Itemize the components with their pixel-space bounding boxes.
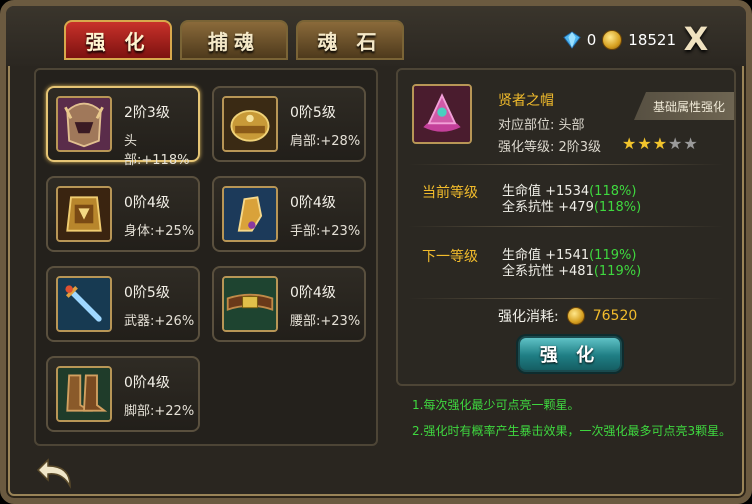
star-rating: ★ ★ ★ ★ ★	[622, 136, 698, 152]
item-part: 对应部位: 头部	[498, 118, 585, 133]
star-icon: ★	[668, 134, 683, 153]
slot-stat: 武器:+26%	[124, 314, 195, 329]
gold-coin-icon	[566, 307, 585, 325]
star-icon: ★	[652, 134, 668, 153]
gem-icon	[562, 31, 581, 49]
tab-soul-stone[interactable]: 魂 石	[296, 20, 404, 60]
slot-stat: 手部:+23%	[290, 224, 361, 239]
star-icon: ★	[683, 134, 698, 153]
current-level-label: 当前等级	[422, 185, 478, 201]
slot-feet[interactable]: 0阶4级 脚部:+22%	[46, 356, 200, 432]
divider	[408, 226, 724, 227]
item-detail-panel: 基础属性强化 贤者之帽 对应部位: 头部 强化等级: 2阶3级 ★ ★ ★ ★ …	[396, 68, 736, 386]
attribute-badge: 基础属性强化	[634, 92, 734, 120]
divider	[408, 298, 724, 299]
back-arrow-icon[interactable]	[36, 452, 76, 492]
slot-stat: 身体:+25%	[124, 224, 195, 239]
tab-enhance[interactable]: 强 化	[64, 20, 172, 60]
body-armor-icon	[56, 186, 112, 242]
cost-value: 76520	[592, 308, 638, 324]
cost-label: 强化消耗:	[498, 309, 559, 325]
current-resist-stat: 全系抗性 +479(118%)	[502, 200, 642, 215]
item-name: 贤者之帽	[498, 93, 554, 109]
wizard-hat-icon	[412, 84, 472, 144]
game-window: 强 化 捕魂 魂 石 0 18521 X 2阶3级 头部:+118% 0阶5级 …	[0, 0, 752, 504]
tab-capture-soul[interactable]: 捕魂	[180, 20, 288, 60]
enhance-button[interactable]: 强 化	[518, 336, 622, 372]
divider	[408, 164, 724, 165]
slot-stat: 腰部:+23%	[290, 314, 361, 329]
gold-coin-icon	[602, 30, 623, 50]
enhance-cost: 强化消耗: 76520	[498, 306, 637, 326]
slot-hand[interactable]: 0阶4级 手部:+23%	[212, 176, 366, 252]
currency-bar: 0 18521	[562, 30, 676, 50]
slot-level: 0阶4级	[124, 195, 170, 211]
slot-weapon[interactable]: 0阶5级 武器:+26%	[46, 266, 200, 342]
slot-level: 2阶3级	[124, 105, 170, 121]
boots-icon	[56, 366, 112, 422]
slot-head[interactable]: 2阶3级 头部:+118%	[46, 86, 200, 168]
slot-stat: 脚部:+22%	[124, 404, 195, 419]
slot-stat: 肩部:+28%	[290, 134, 361, 149]
slot-level: 0阶5级	[290, 105, 336, 121]
star-icon: ★	[637, 134, 652, 153]
star-icon: ★	[622, 134, 637, 153]
belt-icon	[222, 276, 278, 332]
shoulder-armor-icon	[222, 96, 278, 152]
tip-line-1: 1.每次强化最少可点亮一颗星。	[412, 398, 580, 412]
item-enhance-level: 强化等级: 2阶3级	[498, 140, 602, 155]
slot-stat: 头部:+118%	[124, 134, 190, 168]
equipment-slot-panel: 2阶3级 头部:+118% 0阶5级 肩部:+28% 0阶4级 身体:+25% …	[34, 68, 378, 446]
gold-count: 18521	[628, 31, 676, 49]
next-level-label: 下一等级	[422, 249, 478, 265]
slot-level: 0阶4级	[290, 195, 336, 211]
slot-waist[interactable]: 0阶4级 腰部:+23%	[212, 266, 366, 342]
gauntlet-icon	[222, 186, 278, 242]
helmet-icon	[56, 96, 112, 152]
close-button[interactable]: X	[680, 23, 712, 56]
slot-shoulder[interactable]: 0阶5级 肩部:+28%	[212, 86, 366, 162]
gem-count: 0	[586, 31, 597, 49]
slot-body[interactable]: 0阶4级 身体:+25%	[46, 176, 200, 252]
sword-icon	[56, 276, 112, 332]
slot-level: 0阶5级	[124, 285, 170, 301]
slot-level: 0阶4级	[124, 375, 170, 391]
slot-level: 0阶4级	[290, 285, 336, 301]
next-resist-stat: 全系抗性 +481(119%)	[502, 264, 642, 279]
tip-line-2: 2.强化时有概率产生暴击效果，一次强化最多可点亮3颗星。	[412, 424, 732, 438]
